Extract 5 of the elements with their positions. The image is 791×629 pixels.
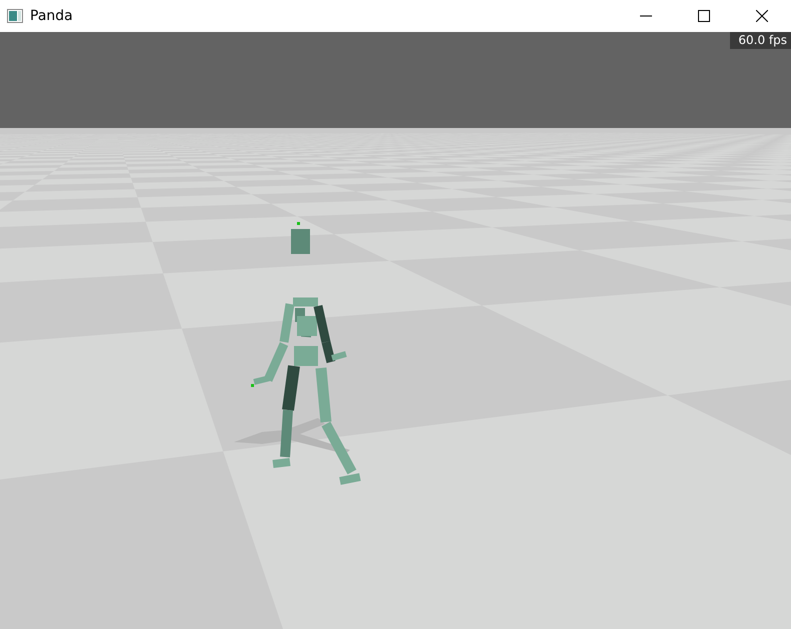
close-icon [756,10,768,22]
fps-counter: 60.0 fps [730,32,791,49]
window-title: Panda [30,8,73,24]
maximize-icon [698,10,710,22]
window-icon [7,9,23,23]
